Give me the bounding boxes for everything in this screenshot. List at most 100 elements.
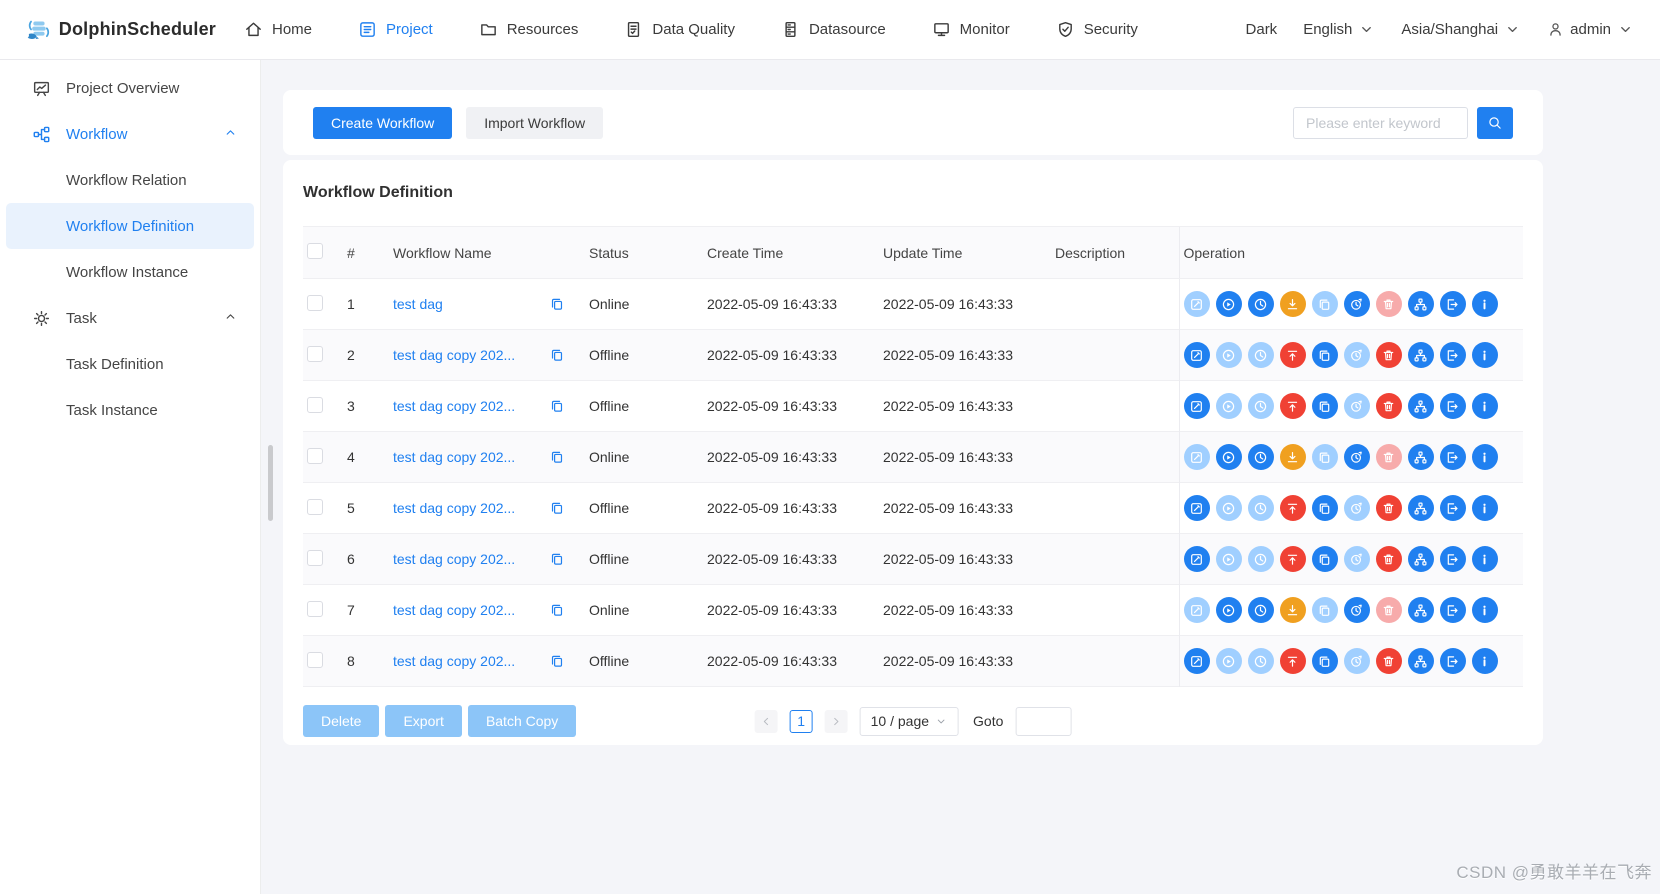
cron-manage-button[interactable] (1343, 342, 1370, 368)
search-button[interactable] (1477, 106, 1513, 139)
edit-button[interactable] (1183, 648, 1210, 674)
start-button[interactable] (1215, 648, 1242, 674)
workflow-name-link[interactable]: test dag (393, 296, 443, 312)
version-info-button[interactable] (1471, 393, 1498, 419)
export-button[interactable] (1439, 342, 1466, 368)
row-checkbox[interactable] (307, 396, 323, 413)
start-button[interactable] (1215, 342, 1242, 368)
timezone-select[interactable]: Asia/Shanghai (1401, 21, 1521, 38)
tree-view-button[interactable] (1407, 495, 1434, 521)
tree-view-button[interactable] (1407, 393, 1434, 419)
batch-export-button[interactable]: Export (385, 705, 462, 737)
edit-button[interactable] (1183, 597, 1210, 623)
workflow-name-link[interactable]: test dag copy 202... (393, 602, 515, 618)
version-info-button[interactable] (1471, 546, 1498, 572)
search-input[interactable] (1293, 106, 1468, 139)
sidebar-item-project-overview[interactable]: Project Overview (6, 65, 254, 111)
timing-button[interactable] (1247, 495, 1274, 521)
export-button[interactable] (1439, 597, 1466, 623)
start-button[interactable] (1215, 291, 1242, 317)
tree-view-button[interactable] (1407, 648, 1434, 674)
online-button[interactable] (1279, 342, 1306, 368)
start-button[interactable] (1215, 597, 1242, 623)
timing-button[interactable] (1247, 648, 1274, 674)
sidebar-item-task[interactable]: Task (6, 295, 254, 341)
sidebar-item-workflow-relation[interactable]: Workflow Relation (6, 157, 254, 203)
cron-manage-button[interactable] (1343, 495, 1370, 521)
offline-button[interactable] (1279, 291, 1306, 317)
copy-button[interactable] (1311, 597, 1338, 623)
online-button[interactable] (1279, 648, 1306, 674)
edit-button[interactable] (1183, 444, 1210, 470)
start-button[interactable] (1215, 546, 1242, 572)
row-checkbox[interactable] (307, 498, 323, 515)
edit-button[interactable] (1183, 342, 1210, 368)
tree-view-button[interactable] (1407, 342, 1434, 368)
copy-name-icon[interactable] (549, 551, 565, 567)
start-button[interactable] (1215, 444, 1242, 470)
copy-name-icon[interactable] (549, 296, 565, 312)
delete-button[interactable] (1375, 546, 1402, 572)
export-button[interactable] (1439, 546, 1466, 572)
offline-button[interactable] (1279, 444, 1306, 470)
import-workflow-button[interactable]: Import Workflow (466, 106, 604, 139)
export-button[interactable] (1439, 291, 1466, 317)
version-info-button[interactable] (1471, 342, 1498, 368)
copy-name-icon[interactable] (549, 653, 565, 669)
sidebar-item-task-definition[interactable]: Task Definition (6, 341, 254, 387)
timing-button[interactable] (1247, 393, 1274, 419)
cron-manage-button[interactable] (1343, 597, 1370, 623)
row-checkbox[interactable] (307, 651, 323, 668)
delete-button[interactable] (1375, 393, 1402, 419)
workflow-name-link[interactable]: test dag copy 202... (393, 347, 515, 363)
export-button[interactable] (1439, 648, 1466, 674)
copy-name-icon[interactable] (549, 347, 565, 363)
user-menu[interactable]: admin (1547, 21, 1634, 38)
start-button[interactable] (1215, 393, 1242, 419)
copy-name-icon[interactable] (549, 398, 565, 414)
nav-item-monitor[interactable]: Monitor (932, 20, 1010, 39)
sidebar-item-task-instance[interactable]: Task Instance (6, 387, 254, 433)
row-checkbox[interactable] (307, 294, 323, 311)
offline-button[interactable] (1279, 597, 1306, 623)
workflow-name-link[interactable]: test dag copy 202... (393, 449, 515, 465)
brand[interactable]: DolphinScheduler (26, 10, 216, 50)
nav-item-home[interactable]: Home (244, 20, 312, 39)
timing-button[interactable] (1247, 291, 1274, 317)
tree-view-button[interactable] (1407, 597, 1434, 623)
language-select[interactable]: English (1303, 21, 1375, 38)
copy-name-icon[interactable] (549, 500, 565, 516)
workflow-name-link[interactable]: test dag copy 202... (393, 551, 515, 567)
delete-button[interactable] (1375, 444, 1402, 470)
nav-item-security[interactable]: Security (1056, 20, 1138, 39)
scrollbar-thumb[interactable] (268, 445, 273, 521)
batch-delete-button[interactable]: Delete (303, 705, 380, 737)
timing-button[interactable] (1247, 444, 1274, 470)
export-button[interactable] (1439, 495, 1466, 521)
row-checkbox[interactable] (307, 345, 323, 362)
goto-page-input[interactable] (1015, 706, 1072, 736)
workflow-name-link[interactable]: test dag copy 202... (393, 500, 515, 516)
page-number[interactable]: 1 (789, 709, 813, 733)
copy-name-icon[interactable] (549, 449, 565, 465)
online-button[interactable] (1279, 495, 1306, 521)
timing-button[interactable] (1247, 597, 1274, 623)
copy-name-icon[interactable] (549, 602, 565, 618)
copy-button[interactable] (1311, 342, 1338, 368)
timing-button[interactable] (1247, 342, 1274, 368)
timing-button[interactable] (1247, 546, 1274, 572)
sidebar-item-workflow-instance[interactable]: Workflow Instance (6, 249, 254, 295)
version-info-button[interactable] (1471, 495, 1498, 521)
copy-button[interactable] (1311, 393, 1338, 419)
edit-button[interactable] (1183, 393, 1210, 419)
tree-view-button[interactable] (1407, 444, 1434, 470)
sidebar-item-workflow[interactable]: Workflow (6, 111, 254, 157)
copy-button[interactable] (1311, 495, 1338, 521)
version-info-button[interactable] (1471, 291, 1498, 317)
select-all-checkbox[interactable] (307, 243, 323, 259)
delete-button[interactable] (1375, 495, 1402, 521)
collapse-chevron[interactable] (223, 309, 238, 328)
copy-button[interactable] (1311, 444, 1338, 470)
page-size-select[interactable]: 10 / page (859, 706, 960, 736)
batch-copy-button[interactable]: Batch Copy (467, 705, 577, 737)
